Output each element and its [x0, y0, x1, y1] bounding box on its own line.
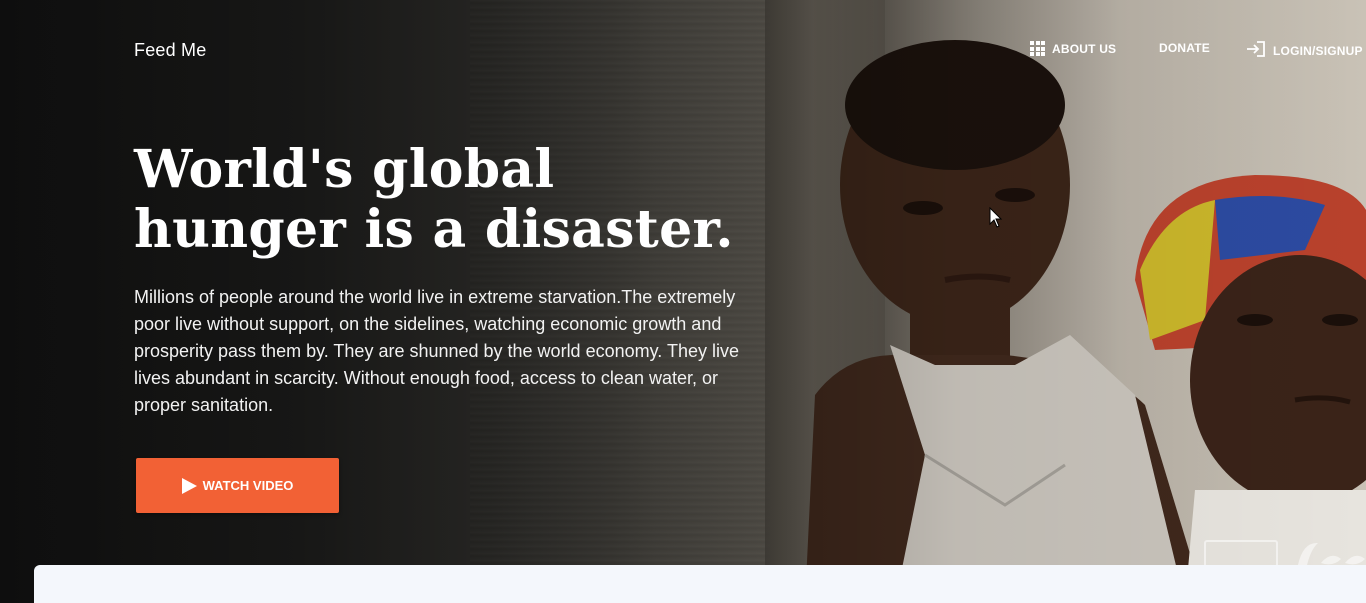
- hero-headline-line1: World's global: [134, 139, 555, 200]
- nav-login-signup-label: LOGIN/SIGNUP: [1273, 43, 1363, 58]
- nav-about-us-label: ABOUT US: [1052, 41, 1117, 56]
- watch-video-label: WATCH VIDEO: [202, 478, 294, 493]
- top-navbar: Feed Me ABOUT US DONATE LOGIN/SIGNUP: [0, 0, 1366, 100]
- nav-donate-label: DONATE: [1159, 41, 1210, 55]
- hero-headline-line2: hunger is a disaster.: [134, 199, 734, 260]
- play-icon: [181, 477, 197, 494]
- hero-description: Millions of people around the world live…: [134, 287, 739, 415]
- watch-video-button[interactable]: WATCH VIDEO: [136, 458, 339, 513]
- nav-about-us[interactable]: ABOUT US: [1030, 41, 1116, 56]
- brand-logo[interactable]: Feed Me: [134, 40, 206, 61]
- watermark-logo-icon: [1204, 540, 1365, 567]
- content-card: [34, 565, 1366, 603]
- nav-login-signup[interactable]: LOGIN/SIGNUP: [1246, 41, 1363, 60]
- apps-grid-icon: [1030, 41, 1045, 56]
- hero-headline: World's global hunger is a disaster.: [134, 140, 774, 260]
- nav-donate[interactable]: DONATE: [1159, 41, 1210, 55]
- login-arrow-icon: [1246, 41, 1266, 60]
- mouse-cursor-icon: [989, 207, 1003, 228]
